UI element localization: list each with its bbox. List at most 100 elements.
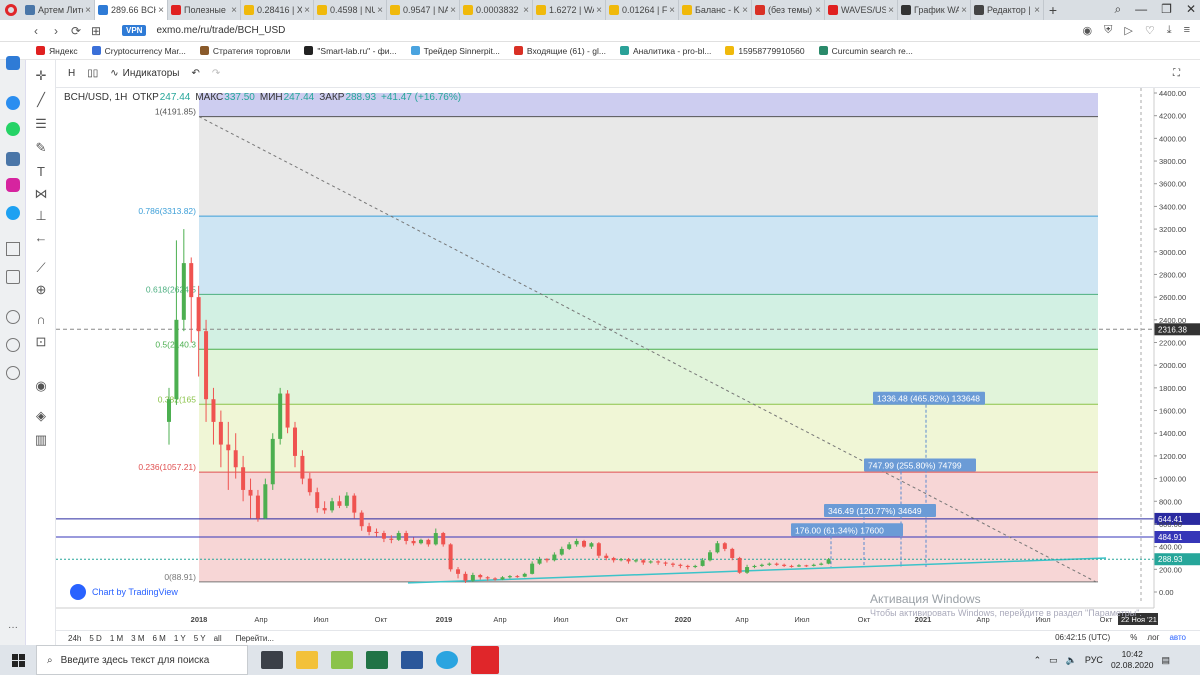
more-icon[interactable]: ···: [8, 622, 18, 633]
telegram-icon[interactable]: [436, 651, 458, 669]
auto-toggle[interactable]: авто: [1169, 633, 1186, 642]
browser-tab[interactable]: Артем Лито ×: [22, 0, 95, 20]
indicators-icon[interactable]: ∿: [110, 68, 118, 79]
excel-icon[interactable]: [366, 651, 388, 669]
tab-close-icon[interactable]: ×: [815, 5, 821, 16]
browser-tab[interactable]: WAVES/USC×: [825, 0, 898, 20]
browser-tab[interactable]: 1.6272 | WA ×: [533, 0, 606, 20]
pattern-icon[interactable]: ⋈: [33, 186, 49, 202]
browser-tab[interactable]: 0.0003832 | ×: [460, 0, 533, 20]
brush-icon[interactable]: ✎: [33, 140, 49, 156]
opera-taskbar-icon[interactable]: [471, 646, 499, 674]
new-tab-button[interactable]: +: [1044, 2, 1062, 18]
range-button[interactable]: 1 M: [110, 634, 123, 643]
word-icon[interactable]: [401, 651, 423, 669]
browser-tab[interactable]: (без темы) ×: [752, 0, 825, 20]
tradingview-credit[interactable]: Chart by TradingView: [70, 584, 178, 600]
network-icon[interactable]: ▭: [1049, 655, 1058, 666]
range-button[interactable]: 5 D: [89, 634, 101, 643]
search-tabs-icon[interactable]: ⌕: [1114, 2, 1121, 17]
indicators-button[interactable]: Индикаторы: [123, 68, 180, 79]
lock-icon[interactable]: ⊡: [33, 334, 49, 350]
bookmark-item[interactable]: "Smart-lab.ru" - фи...: [304, 46, 397, 56]
menu-icon[interactable]: ≡: [1184, 24, 1190, 37]
range-button[interactable]: 24h: [68, 634, 81, 643]
tray-chevron-icon[interactable]: ⌃: [1034, 655, 1042, 666]
tab-close-icon[interactable]: ×: [596, 5, 602, 16]
undo-icon[interactable]: ↶: [192, 68, 200, 79]
back-arrow-icon[interactable]: ←: [33, 230, 49, 246]
log-toggle[interactable]: лог: [1147, 633, 1159, 642]
whatsapp-icon[interactable]: [6, 122, 20, 136]
minimize-icon[interactable]: —: [1135, 2, 1147, 17]
wallet-icon[interactable]: [6, 270, 20, 284]
price-chart[interactable]: 1(4191.85)0.786(3313.82)0.618(2624.50.5(…: [56, 88, 1200, 630]
browser-tab[interactable]: 289.66 BCH ×: [95, 0, 168, 20]
browser-tab[interactable]: Баланс - K ×: [679, 0, 752, 20]
browser-tab[interactable]: Полезные ×: [168, 0, 241, 20]
restore-icon[interactable]: ❐: [1161, 2, 1172, 17]
file-explorer-icon[interactable]: [296, 651, 318, 669]
goto-button[interactable]: Перейти...: [236, 634, 274, 643]
percent-toggle[interactable]: %: [1130, 633, 1137, 642]
text-icon[interactable]: T: [33, 164, 49, 180]
browser-tab[interactable]: 0.9547 | NA ×: [387, 0, 460, 20]
range-button[interactable]: 3 M: [131, 634, 144, 643]
heart-icon[interactable]: ♡: [1145, 24, 1155, 37]
volume-icon[interactable]: 🔈: [1066, 655, 1077, 666]
favorites-icon[interactable]: [6, 310, 20, 324]
ruler-icon[interactable]: ⟋: [33, 260, 49, 276]
shield-icon[interactable]: ⛨: [1104, 24, 1112, 37]
bookmark-item[interactable]: Трейдер Sinnerpit...: [410, 46, 500, 56]
camera-icon[interactable]: ◉: [1083, 24, 1093, 37]
language-indicator[interactable]: РУС: [1085, 655, 1103, 665]
windows-start-icon[interactable]: [0, 645, 36, 675]
tab-close-icon[interactable]: ×: [888, 5, 894, 16]
trendline-icon[interactable]: ╱: [33, 92, 49, 108]
close-window-icon[interactable]: ✕: [1186, 2, 1196, 17]
browser-tab[interactable]: График WA ×: [898, 0, 971, 20]
prediction-icon[interactable]: ⊥: [33, 208, 49, 224]
bookmark-item[interactable]: 15958779910560: [725, 46, 805, 56]
range-button[interactable]: all: [214, 634, 222, 643]
history-icon[interactable]: [6, 338, 20, 352]
settings-icon[interactable]: [6, 366, 20, 380]
bookmark-item[interactable]: Стратегия торговли: [199, 46, 290, 56]
range-button[interactable]: 1 Y: [174, 634, 186, 643]
url-field[interactable]: exmo.me/ru/trade/BCH_USD: [156, 25, 285, 36]
task-view-icon[interactable]: [261, 651, 283, 669]
download-icon[interactable]: ⤓: [1167, 24, 1172, 37]
eye-icon[interactable]: ◉: [33, 378, 49, 394]
bookmark-item[interactable]: Яндекс: [36, 46, 78, 56]
browser-tab[interactable]: 0.28416 | XR×: [241, 0, 314, 20]
instagram-icon[interactable]: [6, 178, 20, 192]
layers-icon[interactable]: ◈: [33, 408, 49, 424]
reload-icon[interactable]: ⟳: [66, 24, 86, 38]
browser-tab[interactable]: 0.01264 | FI ×: [606, 0, 679, 20]
flow-icon[interactable]: [6, 242, 20, 256]
twitter-icon[interactable]: [6, 206, 20, 220]
speed-dial-icon[interactable]: ⊞: [86, 24, 106, 38]
clock[interactable]: 10:42 02.08.2020: [1111, 649, 1154, 671]
interval-button[interactable]: H: [68, 68, 75, 79]
bookmark-item[interactable]: Curcumin search re...: [818, 46, 913, 56]
fullscreen-icon[interactable]: ⛶: [1173, 68, 1180, 79]
tab-close-icon[interactable]: ×: [231, 5, 237, 16]
bookmark-item[interactable]: Входящие (61) - gl...: [513, 46, 606, 56]
crosshair-icon[interactable]: ✛: [33, 68, 49, 84]
bookmark-item[interactable]: Аналитика - pro-bl...: [619, 46, 711, 56]
tab-close-icon[interactable]: ×: [450, 5, 456, 16]
tab-close-icon[interactable]: ×: [742, 5, 748, 16]
tab-close-icon[interactable]: ×: [1034, 5, 1040, 16]
opera-logo-icon[interactable]: [0, 0, 22, 20]
send-icon[interactable]: ▷: [1124, 24, 1132, 37]
notifications-icon[interactable]: ▤: [1161, 655, 1170, 666]
browser-tab[interactable]: Редактор | ×: [971, 0, 1044, 20]
tab-close-icon[interactable]: ×: [961, 5, 967, 16]
tab-close-icon[interactable]: ×: [523, 5, 529, 16]
vk-icon[interactable]: [6, 152, 20, 166]
redo-icon[interactable]: ↷: [212, 68, 220, 79]
tab-close-icon[interactable]: ×: [85, 5, 91, 16]
messenger-icon[interactable]: [6, 96, 20, 110]
range-button[interactable]: 6 M: [153, 634, 166, 643]
